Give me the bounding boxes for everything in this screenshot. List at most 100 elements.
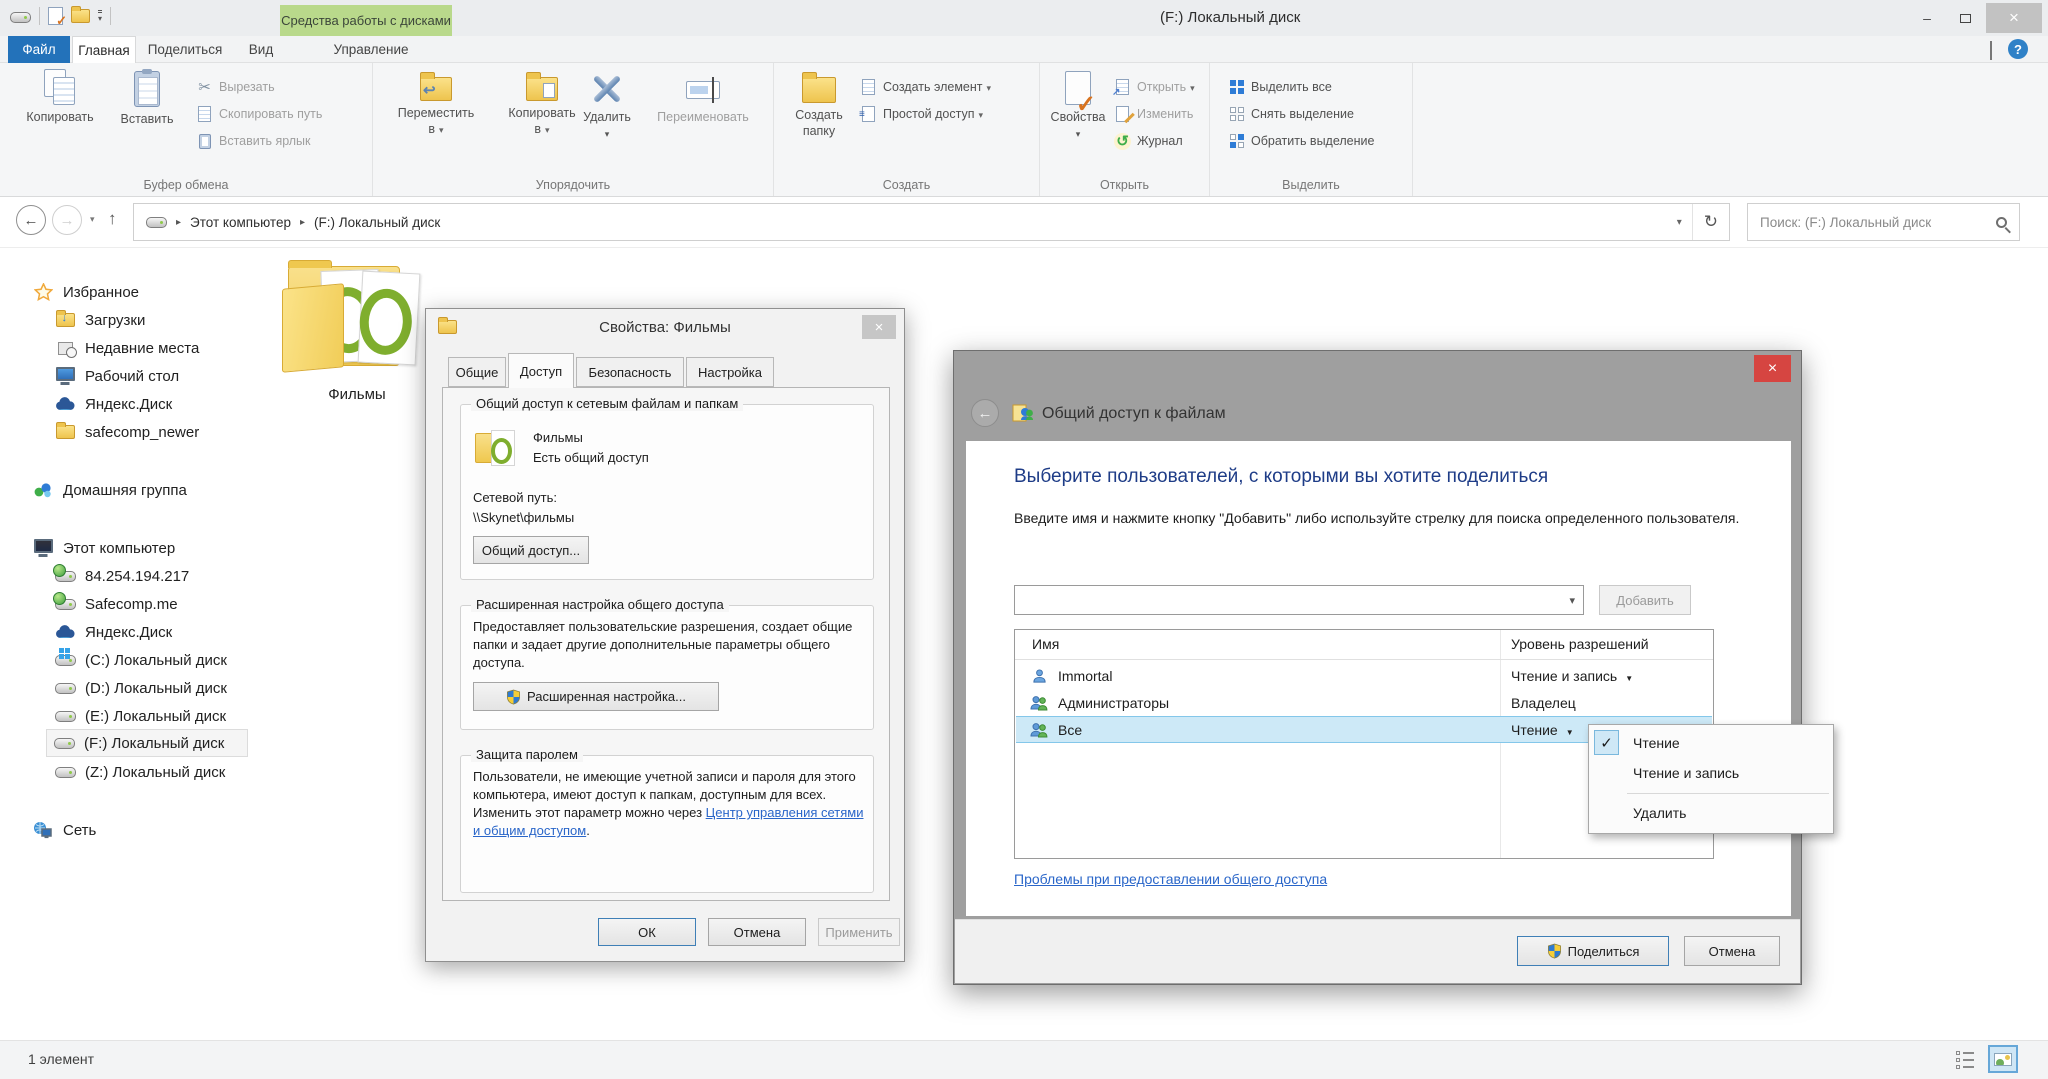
sidebar-item-safecomp-newer[interactable]: safecomp_newer (48, 418, 205, 446)
tab-sharing[interactable]: Доступ (508, 353, 574, 388)
breadcrumb-current[interactable]: (F:) Локальный диск (314, 215, 440, 230)
sidebar-item-disk-e[interactable]: (E:) Локальный диск (48, 702, 232, 730)
tab-manage[interactable]: Управление (290, 36, 452, 63)
tab-security[interactable]: Безопасность (576, 357, 684, 387)
tab-file[interactable]: Файл (8, 36, 70, 63)
sidebar-item-safecomp-me[interactable]: Safecomp.me (48, 590, 184, 618)
ok-button[interactable]: ОК (598, 918, 696, 946)
dvd-folder-icon (282, 258, 426, 378)
user-name-combobox[interactable]: ▾ (1014, 585, 1584, 615)
properties-button[interactable]: Свойства (1048, 69, 1108, 171)
address-bar-row: ← → ▾ ↑ ▸ Этот компьютер ▸ (F:) Локальны… (0, 197, 2048, 248)
tab-customize[interactable]: Настройка (686, 357, 774, 387)
apply-button[interactable]: Применить (818, 918, 900, 946)
sidebar-item-this-pc[interactable]: Этот компьютер (26, 534, 181, 562)
cut-button[interactable]: ✂ Вырезать (196, 76, 275, 98)
details-view-button[interactable] (1956, 1051, 1976, 1069)
permission-dropdown[interactable]: Чтение (1511, 722, 1574, 738)
forward-button[interactable]: → (52, 205, 82, 235)
menu-item-remove[interactable]: Удалить (1589, 799, 1833, 827)
sidebar-item-disk-z[interactable]: (Z:) Локальный диск (48, 758, 231, 786)
sharing-heading: Выберите пользователей, с которыми вы хо… (1014, 466, 1548, 488)
search-input[interactable]: Поиск: (F:) Локальный диск (1747, 203, 2020, 241)
properties-close-button[interactable]: × (862, 315, 896, 339)
advanced-sharing-button-label: Расширенная настройка... (527, 689, 686, 704)
rename-button[interactable]: Переименовать (642, 69, 764, 171)
sharing-close-button[interactable]: × (1754, 355, 1791, 382)
permission-dropdown[interactable]: Чтение и запись (1511, 668, 1633, 684)
folder-qat-icon[interactable] (71, 9, 90, 23)
easy-access-button[interactable]: ≡ Простой доступ (860, 103, 983, 125)
permission-value: Владелец (1511, 695, 1576, 711)
sidebar-item-homegroup[interactable]: Домашняя группа (26, 476, 193, 504)
cancel-button[interactable]: Отмена (708, 918, 806, 946)
edit-button[interactable]: Изменить (1114, 103, 1193, 125)
sidebar-item-disk-d[interactable]: (D:) Локальный диск (48, 674, 233, 702)
open-icon: ↗ (1116, 79, 1129, 95)
globe-icon (53, 592, 66, 605)
copy-to-button[interactable]: Копировать в (500, 69, 584, 171)
close-button[interactable]: × (1986, 3, 2042, 33)
tab-general[interactable]: Общие (448, 357, 506, 387)
select-all-label: Выделить все (1251, 80, 1332, 94)
breadcrumb-root[interactable]: Этот компьютер (190, 215, 291, 230)
sidebar-label: Домашняя группа (63, 482, 187, 499)
move-to-button[interactable]: ↩ Переместить в (384, 69, 488, 171)
sharing-cancel-button[interactable]: Отмена (1684, 936, 1780, 966)
delete-button[interactable]: Удалить (576, 69, 638, 171)
refresh-icon[interactable]: ↻ (1693, 212, 1729, 232)
open-button[interactable]: ↗ Открыть (1114, 76, 1195, 98)
share-button[interactable]: Поделиться (1517, 936, 1669, 966)
select-all-button[interactable]: Выделить все (1230, 76, 1332, 98)
sidebar-item-yandex-disk-pc[interactable]: Яндекс.Диск (48, 618, 178, 646)
sharing-issues-link[interactable]: Проблемы при предоставлении общего досту… (1014, 871, 1327, 887)
desktop-icon (56, 367, 75, 381)
help-button[interactable]: ? (2008, 39, 2028, 59)
sidebar-item-network[interactable]: Сеть (26, 816, 102, 844)
table-row[interactable]: Администраторы Владелец (1016, 689, 1712, 716)
sidebar-label: Недавние места (85, 340, 199, 357)
customize-toolbar-caret-icon[interactable]: ▾ (98, 10, 102, 23)
history-button[interactable]: ↺ Журнал (1114, 130, 1183, 152)
sidebar-item-disk-c[interactable]: (C:) Локальный диск (48, 646, 233, 674)
tab-view[interactable]: Вид (234, 36, 288, 63)
tab-home[interactable]: Главная (72, 36, 136, 63)
share-access-button[interactable]: Общий доступ... (473, 536, 589, 564)
permission-menu: ✓ Чтение Чтение и запись Удалить (1588, 724, 1834, 834)
copy-button[interactable]: Копировать (14, 69, 106, 171)
sharing-instruction: Введите имя и нажмите кнопку "Добавить" … (1014, 507, 1774, 529)
tab-share[interactable]: Поделиться (138, 36, 232, 63)
new-folder-button[interactable]: Создать папку (786, 69, 852, 171)
sidebar-item-recent-places[interactable]: Недавние места (48, 334, 205, 362)
back-button[interactable]: ← (16, 205, 46, 235)
advanced-sharing-button[interactable]: Расширенная настройка... (473, 682, 719, 711)
file-item-films[interactable]: Фильмы (282, 258, 432, 403)
sidebar-item-network-drive-ip[interactable]: 84.254.194.217 (48, 562, 195, 590)
address-dropdown-caret-icon[interactable]: ▾ (1667, 217, 1692, 228)
arrow-icon: ↩ (423, 83, 436, 98)
collapse-ribbon-button[interactable] (1990, 43, 1992, 61)
properties-qat-icon[interactable]: ✓ (48, 7, 63, 25)
menu-item-read[interactable]: Чтение (1589, 729, 1833, 757)
paste-shortcut-button[interactable]: Вставить ярлык (196, 130, 311, 152)
thumbnail-view-button[interactable] (1988, 1045, 2018, 1073)
add-user-button[interactable]: Добавить (1599, 585, 1691, 615)
sharing-back-button[interactable]: ← (971, 399, 999, 427)
address-bar[interactable]: ▸ Этот компьютер ▸ (F:) Локальный диск ▾… (133, 203, 1730, 241)
recent-locations-caret-icon[interactable]: ▾ (90, 214, 95, 225)
sidebar-item-desktop[interactable]: Рабочий стол (48, 362, 185, 390)
sidebar-item-downloads[interactable]: Загрузки (48, 306, 151, 334)
select-none-button[interactable]: Снять выделение (1230, 103, 1354, 125)
copy-path-button[interactable]: Скопировать путь (196, 103, 322, 125)
sidebar-item-disk-f[interactable]: (F:) Локальный диск (46, 729, 248, 757)
invert-selection-button[interactable]: Обратить выделение (1230, 130, 1374, 152)
minimize-button[interactable]: – (1910, 5, 1944, 31)
up-button[interactable]: ↑ (108, 209, 117, 229)
new-item-button[interactable]: Создать элемент (860, 76, 991, 98)
table-row[interactable]: Immortal Чтение и запись (1016, 662, 1712, 689)
sidebar-item-favorites[interactable]: Избранное (26, 278, 145, 306)
sidebar-item-yandex-disk[interactable]: Яндекс.Диск (48, 390, 178, 418)
paste-button[interactable]: Вставить (108, 69, 186, 171)
menu-item-read-write[interactable]: Чтение и запись (1589, 759, 1833, 787)
maximize-button[interactable] (1948, 5, 1982, 31)
